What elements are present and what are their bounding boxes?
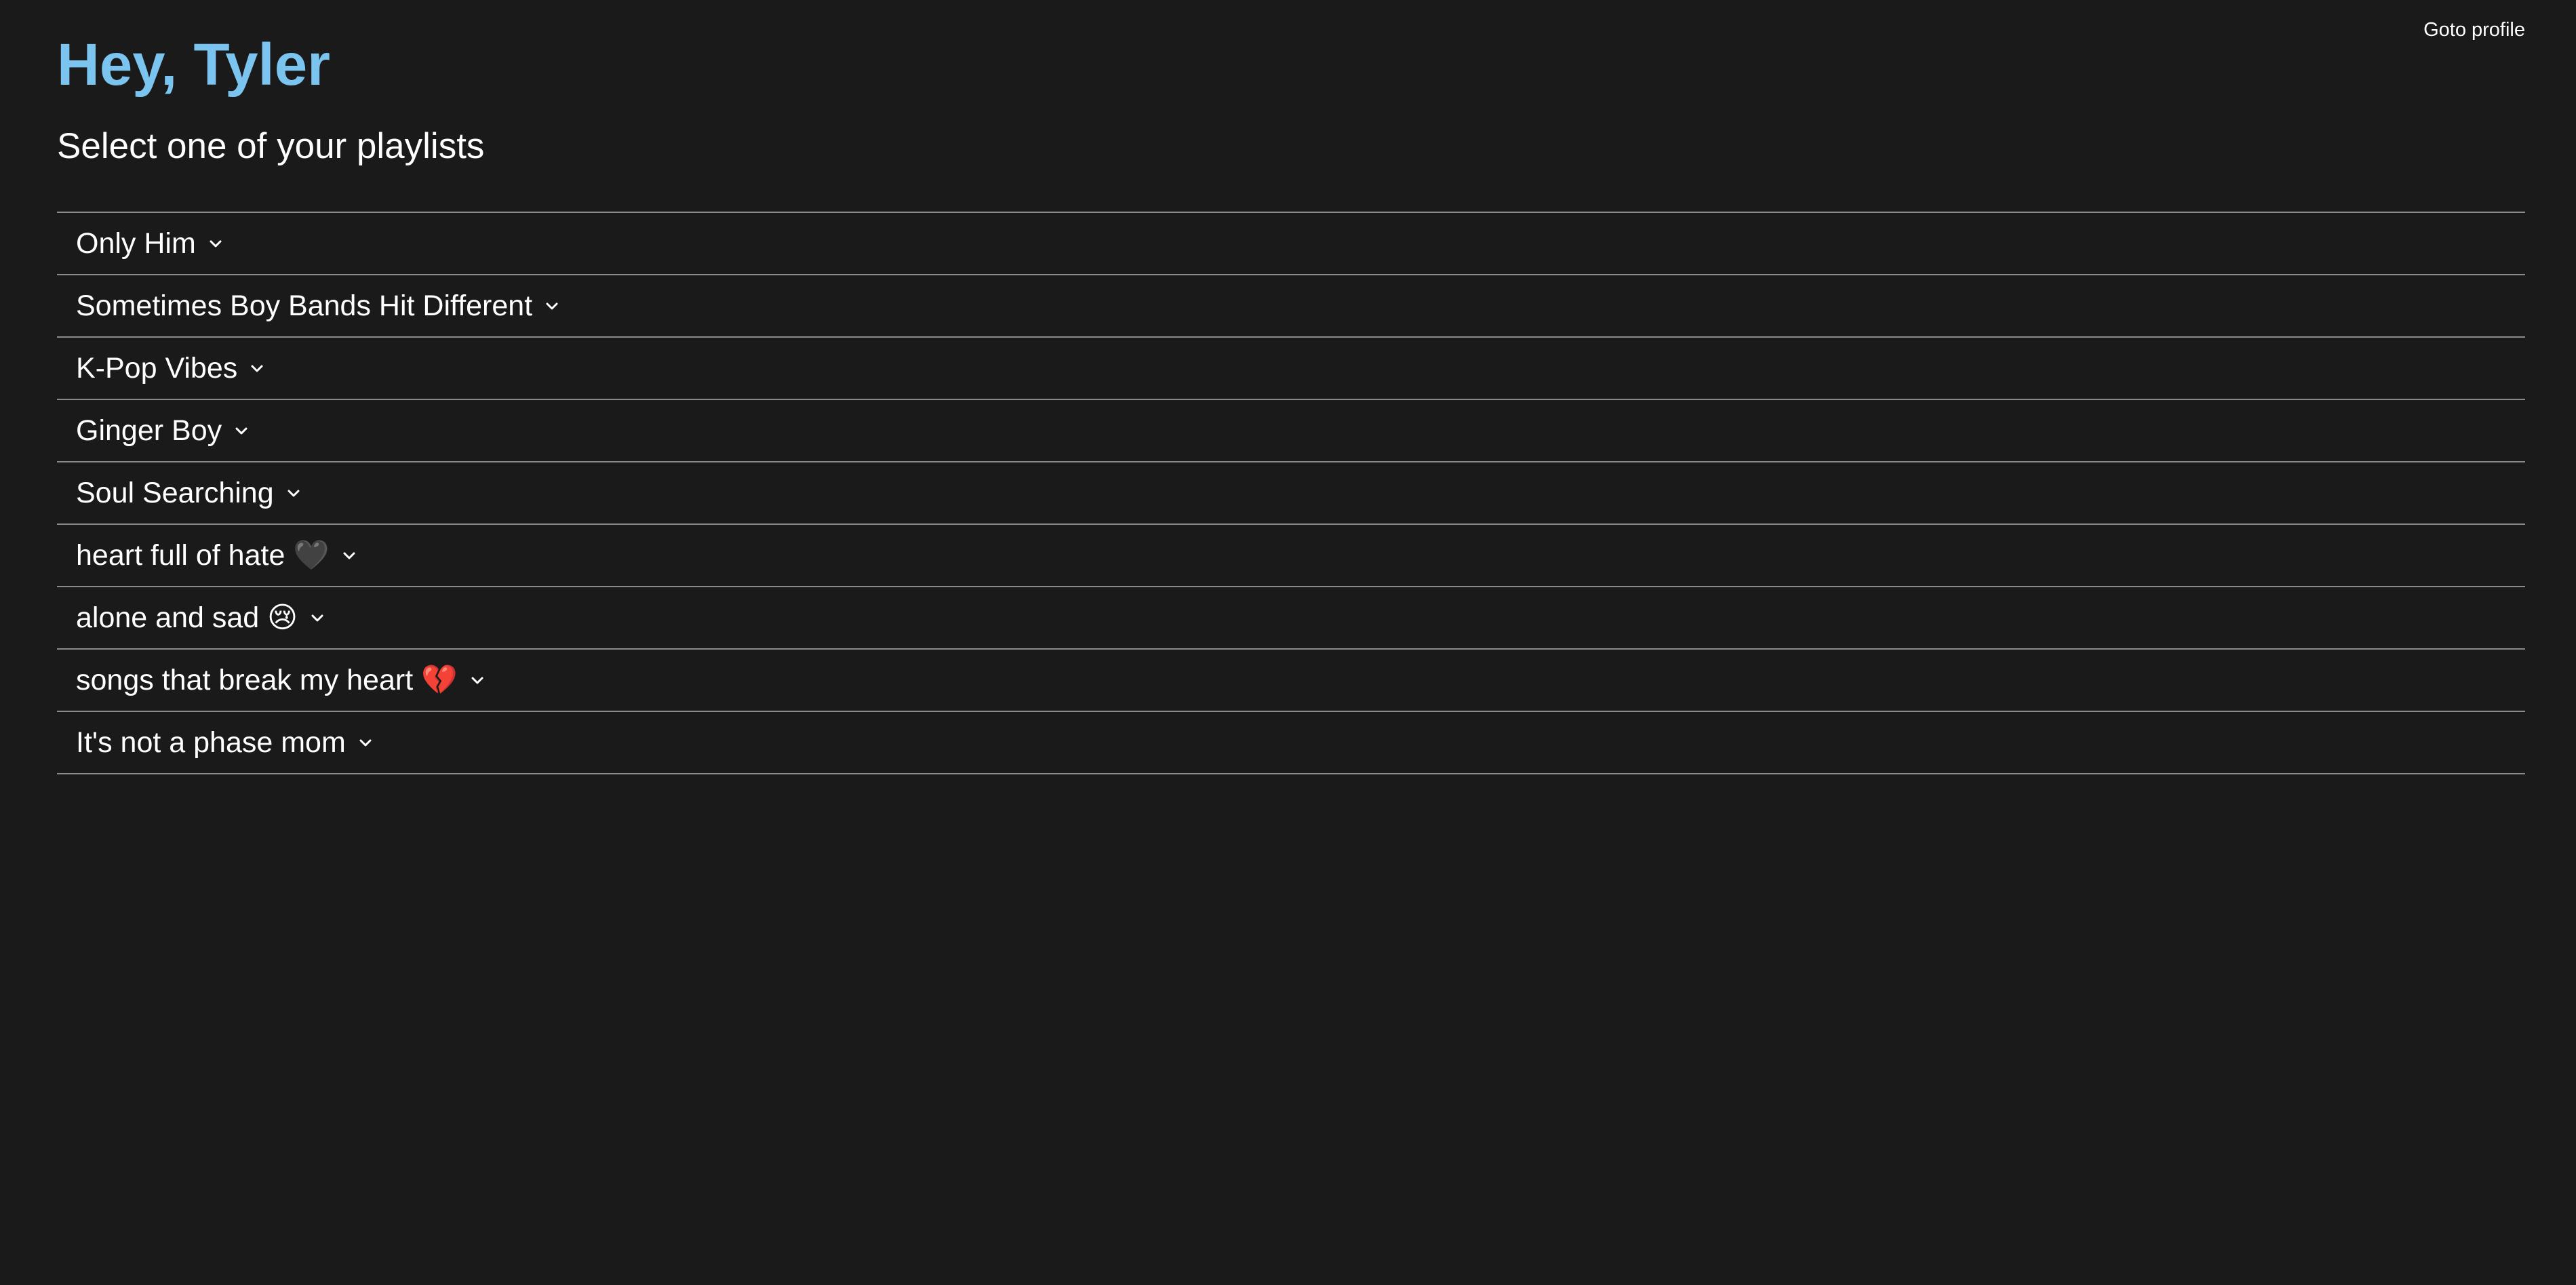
playlist-item[interactable]: heart full of hate 🖤 <box>57 525 2525 587</box>
goto-profile-link[interactable]: Goto profile <box>2423 19 2525 41</box>
playlist-item[interactable]: It's not a phase mom <box>57 712 2525 774</box>
playlist-item[interactable]: Sometimes Boy Bands Hit Different <box>57 275 2525 338</box>
playlist-label: It's not a phase mom <box>76 726 346 759</box>
chevron-down-icon[interactable] <box>234 423 249 438</box>
playlist-label: songs that break my heart 💔 <box>76 664 458 696</box>
chevron-down-icon[interactable] <box>286 486 301 500</box>
chevron-down-icon[interactable] <box>250 361 264 376</box>
playlist-item[interactable]: songs that break my heart 💔 <box>57 650 2525 712</box>
playlist-list: Only Him Sometimes Boy Bands Hit Differe… <box>57 212 2525 774</box>
playlist-label: heart full of hate 🖤 <box>76 539 330 572</box>
playlist-label: Ginger Boy <box>76 414 222 447</box>
chevron-down-icon[interactable] <box>358 735 373 750</box>
chevron-down-icon[interactable] <box>342 548 357 563</box>
playlist-label: Only Him <box>76 226 196 260</box>
page-title: Hey, Tyler <box>57 32 330 98</box>
playlist-label: Soul Searching <box>76 476 274 509</box>
playlist-item[interactable]: Soul Searching <box>57 462 2525 525</box>
chevron-down-icon[interactable] <box>208 236 223 251</box>
playlist-item[interactable]: K-Pop Vibes <box>57 338 2525 400</box>
playlist-item[interactable]: alone and sad 😢 <box>57 587 2525 650</box>
playlist-item[interactable]: Ginger Boy <box>57 400 2525 462</box>
playlist-label: K-Pop Vibes <box>76 351 238 384</box>
playlist-selection-page: Goto profile Hey, Tyler Select one of yo… <box>0 0 2576 1285</box>
chevron-down-icon[interactable] <box>470 673 485 688</box>
chevron-down-icon[interactable] <box>310 610 325 625</box>
page-subtitle: Select one of your playlists <box>57 126 485 166</box>
playlist-item[interactable]: Only Him <box>57 213 2525 275</box>
chevron-down-icon[interactable] <box>544 298 559 313</box>
playlist-label: Sometimes Boy Bands Hit Different <box>76 289 533 322</box>
playlist-label: alone and sad 😢 <box>76 601 298 634</box>
